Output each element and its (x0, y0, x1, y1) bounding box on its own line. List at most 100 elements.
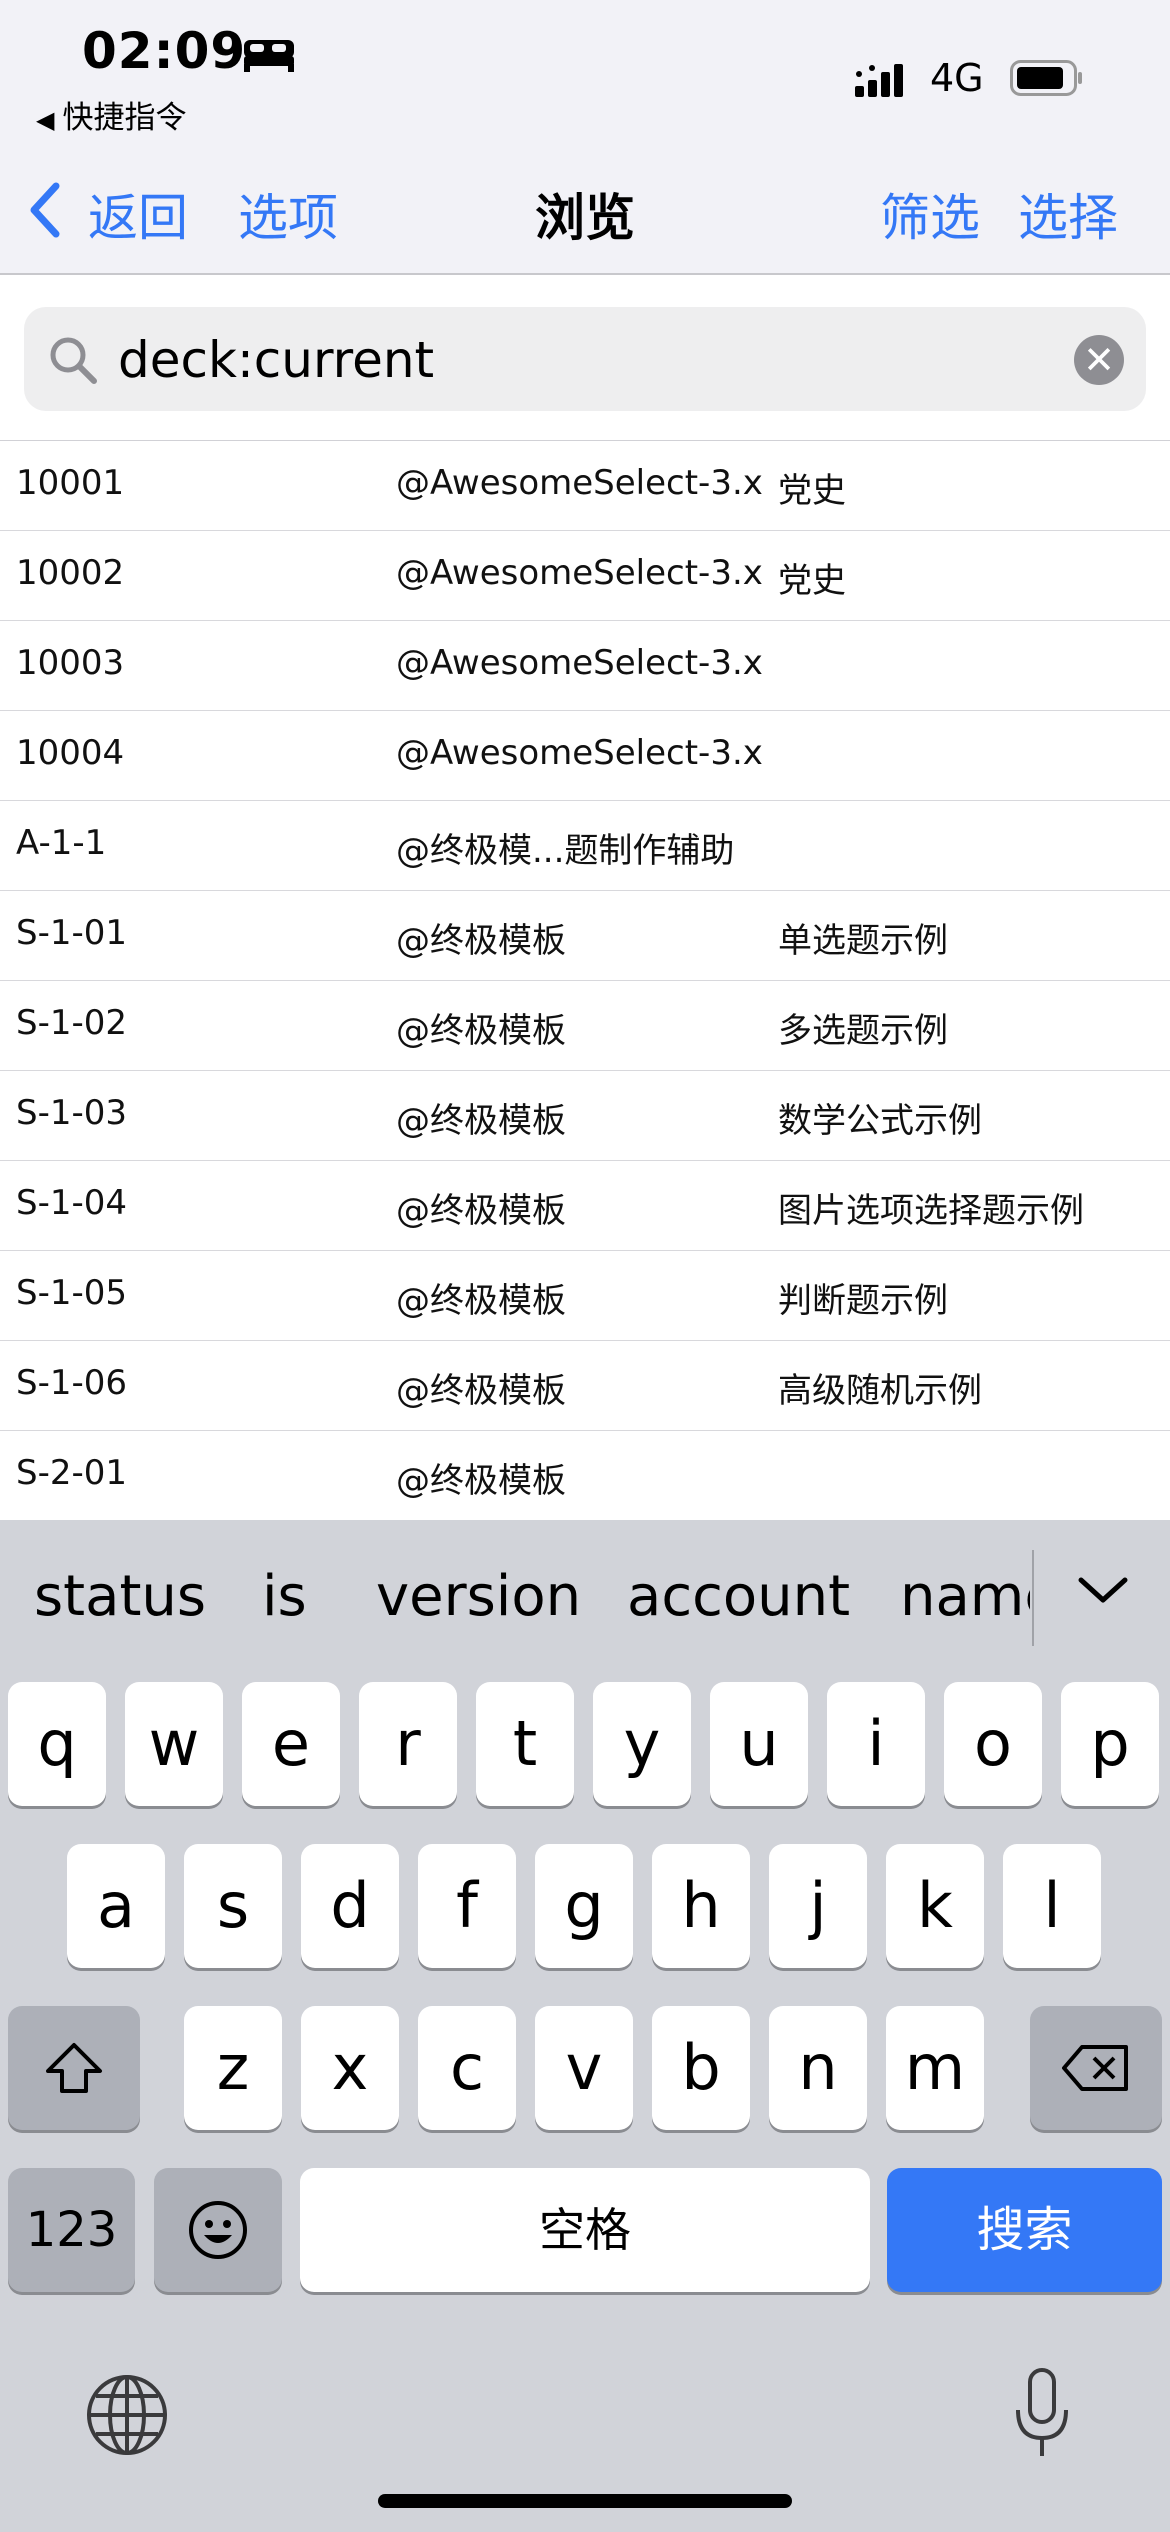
network-type: 4G (930, 56, 984, 100)
suggestion-version[interactable]: version (376, 1564, 581, 1629)
note-type-cell: @AwesomeSelect-3.x (396, 733, 763, 773)
table-row[interactable]: 10002 @AwesomeSelect-3.x 党史 (0, 531, 1170, 621)
sort-field-cell: 10002 (16, 553, 125, 593)
search-field[interactable]: deck:current ✕ (24, 307, 1146, 411)
question-cell: 判断题示例 (778, 1281, 948, 1321)
numbers-key[interactable]: 123 (8, 2168, 135, 2292)
search-input[interactable]: deck:current (118, 331, 434, 389)
back-app-label: 快捷指令 (62, 100, 187, 136)
key-i[interactable]: i (827, 1682, 925, 1806)
key-w[interactable]: w (125, 1682, 223, 1806)
suggestion-is[interactable]: is (262, 1564, 307, 1629)
sort-field-cell: S-1-05 (16, 1273, 128, 1313)
table-row[interactable]: S-1-05 @终极模板 判断题示例 (0, 1251, 1170, 1341)
key-f[interactable]: f (418, 1844, 516, 1968)
key-e[interactable]: e (242, 1682, 340, 1806)
key-l[interactable]: l (1003, 1844, 1101, 1968)
table-row[interactable]: S-2-01 @终极模板 (0, 1431, 1170, 1521)
key-v[interactable]: v (535, 2006, 633, 2130)
key-n[interactable]: n (769, 2006, 867, 2130)
table-row[interactable]: 10004 @AwesomeSelect-3.x (0, 711, 1170, 801)
sort-field-cell: 10003 (16, 643, 125, 683)
emoji-icon (189, 2201, 247, 2259)
key-g[interactable]: g (535, 1844, 633, 1968)
chevron-down-icon[interactable] (1075, 1572, 1131, 1608)
key-x[interactable]: x (301, 2006, 399, 2130)
backspace-icon (1062, 2045, 1128, 2091)
note-type-cell: @终极模板 (396, 1461, 566, 1501)
suggestion-account[interactable]: account (627, 1564, 850, 1629)
note-type-cell: @终极模板 (396, 1191, 566, 1231)
question-cell: 单选题示例 (778, 921, 948, 961)
table-row[interactable]: S-1-03 @终极模板 数学公式示例 (0, 1071, 1170, 1161)
note-type-cell: @终极模板 (396, 921, 566, 961)
status-bar: 02:09 ◀ 快捷指令 4G (0, 0, 1170, 140)
home-indicator (378, 2494, 792, 2508)
shift-key[interactable] (8, 2006, 140, 2130)
key-b[interactable]: b (652, 2006, 750, 2130)
sort-field-cell: S-1-02 (16, 1003, 128, 1043)
clear-search-icon[interactable]: ✕ (1074, 335, 1124, 385)
space-key[interactable]: 空格 (300, 2168, 870, 2292)
sort-field-cell: S-1-03 (16, 1093, 128, 1133)
suggestion-bar: status is version account name (0, 1520, 1170, 1650)
table-row[interactable]: S-1-04 @终极模板 图片选项选择题示例 (0, 1161, 1170, 1251)
back-triangle-icon: ◀ (36, 106, 55, 134)
search-key[interactable]: 搜索 (887, 2168, 1162, 2292)
key-r[interactable]: r (359, 1682, 457, 1806)
table-row[interactable]: 10001 @AwesomeSelect-3.x 党史 (0, 441, 1170, 531)
key-s[interactable]: s (184, 1844, 282, 1968)
question-cell: 图片选项选择题示例 (778, 1191, 1084, 1231)
table-row[interactable]: 10003 @AwesomeSelect-3.x (0, 621, 1170, 711)
microphone-icon[interactable] (1010, 2366, 1074, 2462)
key-j[interactable]: j (769, 1844, 867, 1968)
emoji-key[interactable] (154, 2168, 282, 2292)
sort-field-cell: 10004 (16, 733, 125, 773)
table-row[interactable]: S-1-06 @终极模板 高级随机示例 (0, 1341, 1170, 1431)
sort-field-cell: 10001 (16, 463, 125, 503)
key-c[interactable]: c (418, 2006, 516, 2130)
key-y[interactable]: y (593, 1682, 691, 1806)
sort-field-cell: S-1-01 (16, 913, 128, 953)
key-m[interactable]: m (886, 2006, 984, 2130)
back-to-app-link[interactable]: ◀ 快捷指令 (36, 92, 186, 137)
shift-icon (46, 2043, 102, 2093)
question-cell: 党史 (778, 471, 846, 511)
key-t[interactable]: t (476, 1682, 574, 1806)
key-q[interactable]: q (8, 1682, 106, 1806)
note-type-cell: @终极模...题制作辅助 (396, 831, 735, 871)
suggestion-divider (1032, 1550, 1034, 1646)
search-icon (50, 337, 97, 384)
cards-table: 10001 @AwesomeSelect-3.x 党史 10002 @AwesomeSe… (0, 441, 1170, 1521)
suggestion-name[interactable]: name (900, 1564, 1030, 1629)
question-cell: 数学公式示例 (778, 1101, 982, 1141)
status-time: 02:09 (82, 22, 247, 80)
key-z[interactable]: z (184, 2006, 282, 2130)
key-o[interactable]: o (944, 1682, 1042, 1806)
key-d[interactable]: d (301, 1844, 399, 1968)
key-u[interactable]: u (710, 1682, 808, 1806)
note-type-cell: @终极模板 (396, 1101, 566, 1141)
battery-icon (1010, 60, 1082, 96)
bed-icon (244, 40, 294, 72)
note-type-cell: @AwesomeSelect-3.x (396, 553, 763, 593)
note-type-cell: @AwesomeSelect-3.x (396, 643, 763, 683)
signal-icon (855, 64, 903, 97)
table-row[interactable]: S-1-02 @终极模板 多选题示例 (0, 981, 1170, 1071)
key-k[interactable]: k (886, 1844, 984, 1968)
key-h[interactable]: h (652, 1844, 750, 1968)
filter-button[interactable]: 筛选 (880, 178, 980, 250)
question-cell: 党史 (778, 561, 846, 601)
select-button[interactable]: 选择 (1018, 178, 1118, 250)
sort-field-cell: S-1-06 (16, 1363, 128, 1403)
key-p[interactable]: p (1061, 1682, 1159, 1806)
delete-key[interactable] (1030, 2006, 1162, 2130)
table-row[interactable]: A-1-1 @终极模...题制作辅助 (0, 801, 1170, 891)
search-section: deck:current ✕ (0, 275, 1170, 442)
table-row[interactable]: S-1-01 @终极模板 单选题示例 (0, 891, 1170, 981)
sort-field-cell: S-1-04 (16, 1183, 128, 1223)
note-type-cell: @AwesomeSelect-3.x (396, 463, 763, 503)
globe-icon[interactable] (84, 2372, 170, 2458)
suggestion-status[interactable]: status (34, 1564, 206, 1629)
key-a[interactable]: a (67, 1844, 165, 1968)
